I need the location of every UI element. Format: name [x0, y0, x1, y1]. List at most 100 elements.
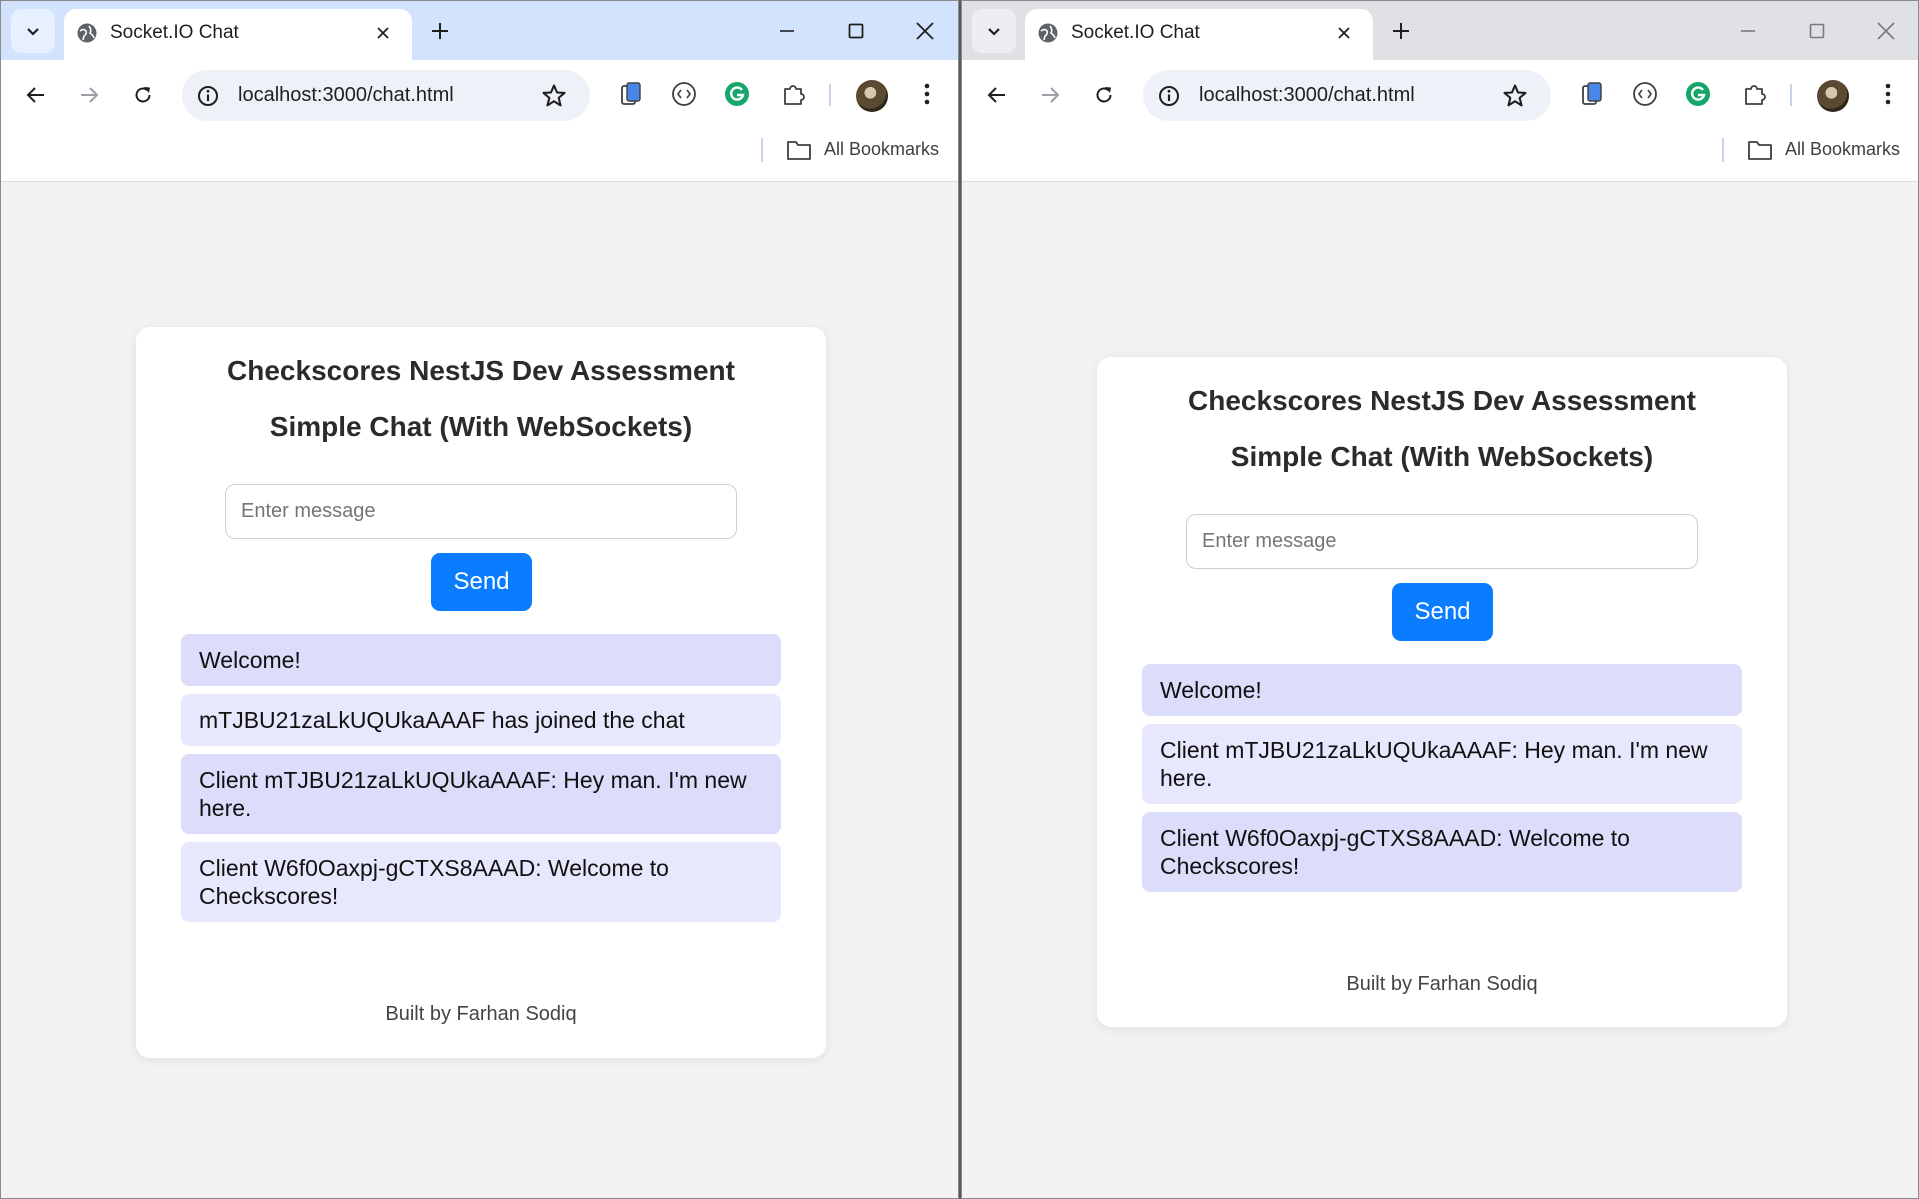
- browser-window-right: Socket.IO Chat localhost:3000/chat.html …: [961, 0, 1919, 1199]
- bookmarks-separator: [761, 138, 763, 162]
- extension-code-button[interactable]: [1627, 76, 1663, 112]
- close-window-button[interactable]: [909, 15, 941, 47]
- chevron-down-icon: [27, 28, 39, 36]
- tab-close-button[interactable]: [371, 21, 395, 45]
- tab-close-button[interactable]: [1332, 21, 1356, 45]
- plus-icon: [1393, 23, 1409, 39]
- star-icon[interactable]: [540, 82, 568, 110]
- all-bookmarks-button[interactable]: All Bookmarks: [824, 139, 939, 160]
- puzzle-icon: [1745, 85, 1766, 105]
- maximize-button[interactable]: [1801, 15, 1833, 47]
- folder-icon: [787, 141, 811, 160]
- forward-arrow-icon: [81, 87, 99, 103]
- reload-icon: [135, 87, 151, 103]
- footer-credit: Built by Farhan Sodiq: [1346, 973, 1538, 995]
- message-list: Welcome! mTJBU21zaLkUQUkaAAAF has joined…: [181, 634, 781, 930]
- send-button[interactable]: Send: [431, 553, 532, 611]
- close-icon: [916, 22, 934, 40]
- extension-code-button[interactable]: [666, 76, 702, 112]
- puzzle-icon: [784, 85, 805, 105]
- code-extension-icon: [1633, 82, 1657, 106]
- code-extension-icon: [672, 82, 696, 106]
- new-tab-button[interactable]: [424, 15, 456, 47]
- reload-icon: [1096, 87, 1112, 103]
- chat-message: Welcome!: [1142, 664, 1742, 716]
- forward-arrow-icon: [1042, 87, 1060, 103]
- chat-card: Checkscores NestJS Dev Assessment Simple…: [136, 327, 826, 1058]
- page-viewport: Checkscores NestJS Dev Assessment Simple…: [1, 183, 958, 1198]
- grammarly-icon: [725, 82, 749, 106]
- new-tab-button[interactable]: [1385, 15, 1417, 47]
- reload-button[interactable]: [123, 75, 163, 115]
- browser-toolbar: localhost:3000/chat.html All Bookmarks: [962, 60, 1918, 182]
- globe-icon: [77, 23, 97, 43]
- profile-avatar[interactable]: [856, 80, 888, 112]
- message-input[interactable]: [225, 484, 737, 539]
- browser-toolbar: localhost:3000/chat.html All Bookmarks: [1, 60, 958, 182]
- chevron-down-icon: [988, 28, 1000, 36]
- grammarly-button[interactable]: [1680, 76, 1716, 112]
- more-menu-button[interactable]: [909, 76, 945, 112]
- toolbar-separator: [829, 84, 831, 106]
- close-icon: [1877, 22, 1895, 40]
- tab-socket-io-chat[interactable]: Socket.IO Chat: [1025, 9, 1373, 60]
- message-input[interactable]: [1186, 514, 1698, 569]
- info-icon[interactable]: [196, 84, 220, 108]
- more-menu-button[interactable]: [1870, 76, 1906, 112]
- chat-message: Client W6f0Oaxpj-gCTXS8AAAD: Welcome to …: [181, 842, 781, 922]
- desktop: Socket.IO Chat localhost:3000/chat.html …: [0, 0, 1919, 1199]
- forward-button[interactable]: [1030, 75, 1070, 115]
- chat-message: mTJBU21zaLkUQUkaAAAF has joined the chat: [181, 694, 781, 746]
- chat-message: Client mTJBU21zaLkUQUkaAAAF: Hey man. I'…: [181, 754, 781, 834]
- page-viewport: Checkscores NestJS Dev Assessment Simple…: [962, 183, 1918, 1198]
- info-icon[interactable]: [1157, 84, 1181, 108]
- back-button[interactable]: [16, 75, 56, 115]
- url-text: localhost:3000/chat.html: [1199, 84, 1415, 106]
- back-arrow-icon: [26, 87, 44, 103]
- extensions-button[interactable]: [776, 76, 812, 112]
- extension-copy-button[interactable]: [613, 76, 649, 112]
- tab-strip: Socket.IO Chat: [962, 1, 1918, 60]
- copy-extension-icon: [621, 82, 641, 105]
- send-button[interactable]: Send: [1392, 583, 1493, 641]
- tab-strip: Socket.IO Chat: [1, 1, 958, 60]
- minimize-button[interactable]: [771, 15, 803, 47]
- page-subtitle: Simple Chat (With WebSockets): [269, 411, 693, 442]
- more-vert-icon: [924, 83, 930, 105]
- minimize-icon: [1741, 30, 1755, 32]
- profile-avatar[interactable]: [1817, 80, 1849, 112]
- tab-search-button[interactable]: [972, 9, 1016, 53]
- all-bookmarks-button[interactable]: All Bookmarks: [1785, 139, 1900, 160]
- forward-button[interactable]: [69, 75, 109, 115]
- address-bar[interactable]: localhost:3000/chat.html: [1143, 70, 1551, 121]
- star-icon[interactable]: [1501, 82, 1529, 110]
- url-text: localhost:3000/chat.html: [238, 84, 454, 106]
- maximize-icon: [848, 23, 864, 39]
- minimize-button[interactable]: [1732, 15, 1764, 47]
- plus-icon: [432, 23, 448, 39]
- folder-icon: [1748, 141, 1772, 160]
- browser-window-left: Socket.IO Chat localhost:3000/chat.html …: [0, 0, 959, 1199]
- chat-message: Client W6f0Oaxpj-gCTXS8AAAD: Welcome to …: [1142, 812, 1742, 892]
- tab-search-button[interactable]: [11, 9, 55, 53]
- tab-title: Socket.IO Chat: [110, 22, 239, 43]
- page-title: Checkscores NestJS Dev Assessment: [227, 355, 735, 386]
- tab-title: Socket.IO Chat: [1071, 22, 1200, 43]
- chat-card: Checkscores NestJS Dev Assessment Simple…: [1097, 357, 1787, 1027]
- globe-icon: [1038, 23, 1058, 43]
- tab-socket-io-chat[interactable]: Socket.IO Chat: [64, 9, 412, 60]
- grammarly-button[interactable]: [719, 76, 755, 112]
- chat-message: Welcome!: [181, 634, 781, 686]
- extension-copy-button[interactable]: [1574, 76, 1610, 112]
- address-bar[interactable]: localhost:3000/chat.html: [182, 70, 590, 121]
- reload-button[interactable]: [1084, 75, 1124, 115]
- extensions-button[interactable]: [1737, 76, 1773, 112]
- message-list: Welcome! Client mTJBU21zaLkUQUkaAAAF: He…: [1142, 664, 1742, 900]
- maximize-button[interactable]: [840, 15, 872, 47]
- toolbar-separator: [1790, 84, 1792, 106]
- more-vert-icon: [1885, 83, 1891, 105]
- maximize-icon: [1809, 23, 1825, 39]
- chat-message: Client mTJBU21zaLkUQUkaAAAF: Hey man. I'…: [1142, 724, 1742, 804]
- back-button[interactable]: [977, 75, 1017, 115]
- close-window-button[interactable]: [1870, 15, 1902, 47]
